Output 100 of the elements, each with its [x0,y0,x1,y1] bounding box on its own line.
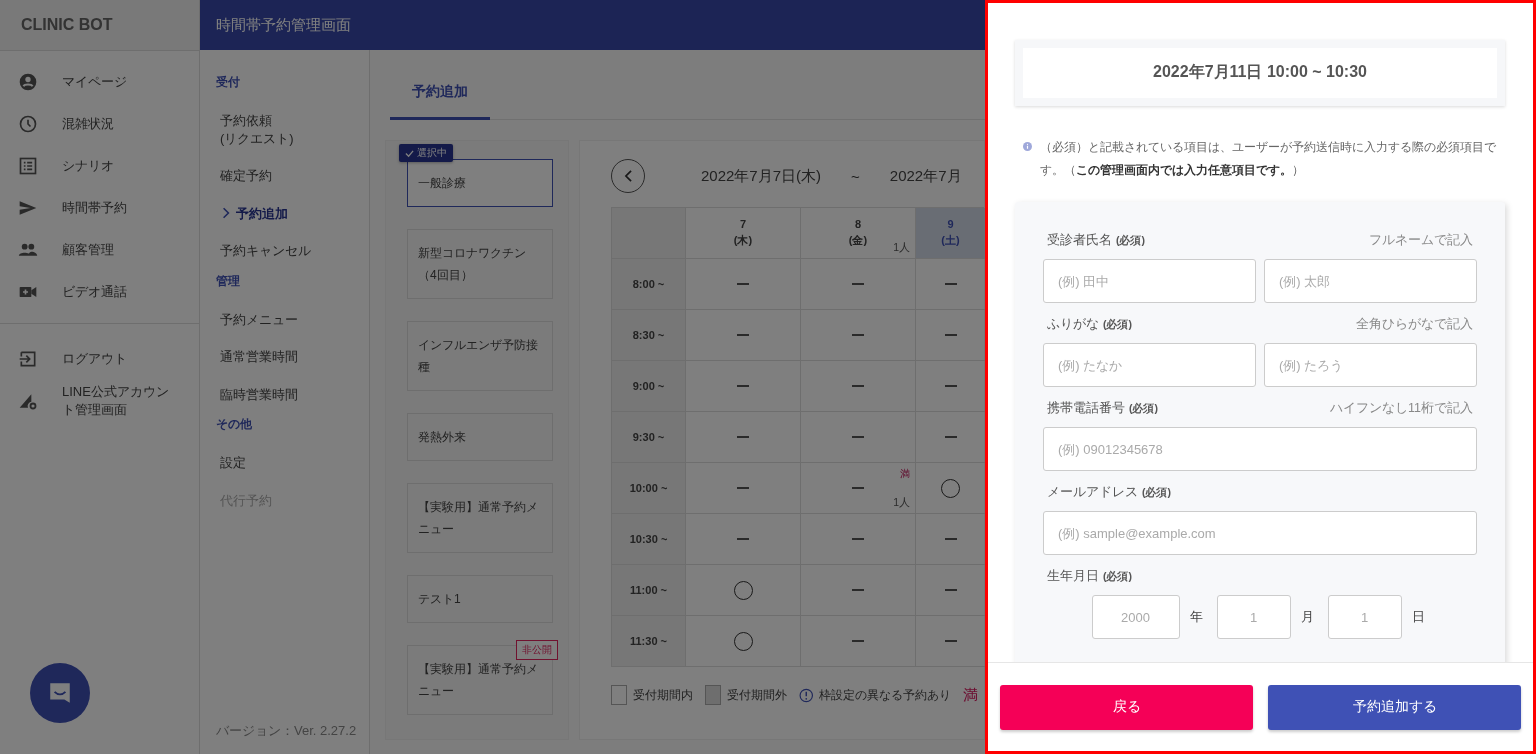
section-heading: その他 [215,416,253,434]
subnav-item[interactable]: 設定 [200,445,369,483]
dash-icon [737,436,749,438]
time-cell: 8:00 ~ [612,259,686,310]
slot-cell[interactable] [686,514,801,565]
back-button[interactable]: 戻る [1000,684,1253,730]
day-header: 9 (土) [916,208,985,259]
clock-icon [18,114,38,134]
dash-icon [944,538,957,540]
subnav-item[interactable]: 確定予約 [200,158,369,196]
slot-cell[interactable] [686,565,801,616]
slot-cell[interactable] [686,463,801,514]
chat-button[interactable] [30,663,90,723]
dash-icon [737,283,749,285]
field-label: ふりがな [1047,316,1099,333]
time-cell: 10:30 ~ [612,514,686,565]
subnav-item[interactable]: 予約依頼 (リクエスト) [200,103,369,159]
menu-card[interactable]: 発熱外来 [407,413,553,461]
slot-cell[interactable] [801,310,916,361]
required-label: (必須) [1129,402,1158,416]
dash-icon [852,283,864,285]
sidebar-item[interactable]: 混雑状況 [0,103,199,145]
slot-cell[interactable]: 満 1人 [801,463,916,514]
input-field[interactable]: (例) 太郎 [1264,259,1477,303]
slot-cell[interactable] [686,310,801,361]
field-hint: 全角ひらがなで記入 [1356,316,1473,333]
unit-label: 月 [1300,608,1314,626]
datetime-text: 2022年7月11日 10:00 ~ 10:30 [1023,48,1497,98]
slot-cell[interactable] [801,514,916,565]
sidebar-item[interactable]: マイページ [0,61,199,103]
input-field[interactable]: (例) sample@example.com [1043,511,1477,555]
dash-icon [852,385,864,387]
input-field[interactable]: 1 [1216,595,1291,639]
sidebar-item[interactable]: ビデオ通話 [0,271,199,313]
subnav-item[interactable]: 予約追加 [200,195,369,234]
dash-icon [944,436,957,438]
brand-logo: CLINIC BOT [0,0,199,51]
time-cell: 8:30 ~ [612,310,686,361]
badge-text: 選択中 [417,147,447,160]
time-cell: 11:00 ~ [612,565,686,616]
range-start: 2022年7月7日(木) [701,166,822,186]
dash-icon [944,640,957,642]
input-field[interactable]: 1 [1327,595,1402,639]
sidebar-item[interactable]: シナリオ [0,145,199,187]
subnav-item[interactable]: 予約キャンセル [200,233,369,271]
section-heading: 管理 [215,272,241,290]
slot-cell[interactable] [686,616,801,667]
input-field[interactable]: (例) たろう [1264,343,1477,387]
menu-card[interactable]: テスト1 [407,575,553,623]
dash-icon [852,538,864,540]
input-field[interactable]: (例) たなか [1043,343,1256,387]
dash-icon [737,334,749,336]
field-label: 生年月日 [1047,568,1099,585]
slot-cell[interactable] [801,412,916,463]
previous-button[interactable] [611,159,645,193]
check-icon [405,148,414,158]
chevron-left-icon [623,170,633,182]
sidebar-item[interactable]: 時間帯予約 [0,187,199,229]
menu-card[interactable]: 【実験用】通常予約メニュー [407,483,553,553]
slot-cell[interactable] [801,616,916,667]
logout-icon [18,349,38,369]
notice-text: （必須）と記載されている項目は、ユーザーが予約送信時に入力する際の必須項目です。（この管理画面内では入力任意項目です。） [1040,140,1497,179]
field-hint: フルネームで記入 [1369,232,1473,249]
legend-label: 満 [963,685,978,705]
time-cell: 9:30 ~ [612,412,686,463]
unit-label: 年 [1189,608,1203,626]
tab[interactable]: 予約追加 [390,70,490,120]
slot-cell[interactable] [686,361,801,412]
list-icon [18,156,38,176]
sidebar-item[interactable]: ログアウト [0,338,199,380]
subnav-item[interactable]: 通常営業時間 [200,339,369,377]
slot-cell[interactable] [801,259,916,310]
legend-label: 受付期間外 [726,687,787,703]
subnav-item[interactable]: 臨時営業時間 [200,376,369,415]
input-field[interactable]: 2000 [1091,595,1180,639]
field-label: メールアドレス [1047,484,1138,501]
sidebar-item[interactable]: 顧客管理 [0,229,199,271]
submit-button[interactable]: 予約追加する [1268,684,1521,730]
dash-icon [852,436,864,438]
slot-cell[interactable] [801,361,916,412]
input-field[interactable]: (例) 09012345678 [1043,427,1477,471]
person-icon [18,72,38,92]
field-hint: ハイフンなし11桁で記入 [1330,400,1473,417]
in-period-swatch [611,685,627,705]
subnav-item[interactable]: 予約メニュー [200,301,369,340]
slot-cell[interactable] [686,412,801,463]
slot-cell[interactable] [801,565,916,616]
count-label: 1人 [893,496,910,510]
dash-icon [852,334,864,336]
slot-cell[interactable] [686,259,801,310]
menu-card[interactable]: 一般診療 [407,159,553,207]
field-label: 受診者氏名 [1047,232,1112,249]
required-label: (必須) [1142,486,1171,500]
sidebar-item[interactable]: LINE公式アカウント管理画面 [0,380,199,422]
dash-icon [944,385,957,387]
menu-card[interactable]: 新型コロナワクチン（4回目） [407,229,553,299]
day-header: 7 (木) [686,208,801,259]
menu-card[interactable]: インフルエンザ予防接種 [407,321,553,391]
input-field[interactable]: (例) 田中 [1043,259,1256,303]
required-label: (必須) [1116,234,1145,248]
